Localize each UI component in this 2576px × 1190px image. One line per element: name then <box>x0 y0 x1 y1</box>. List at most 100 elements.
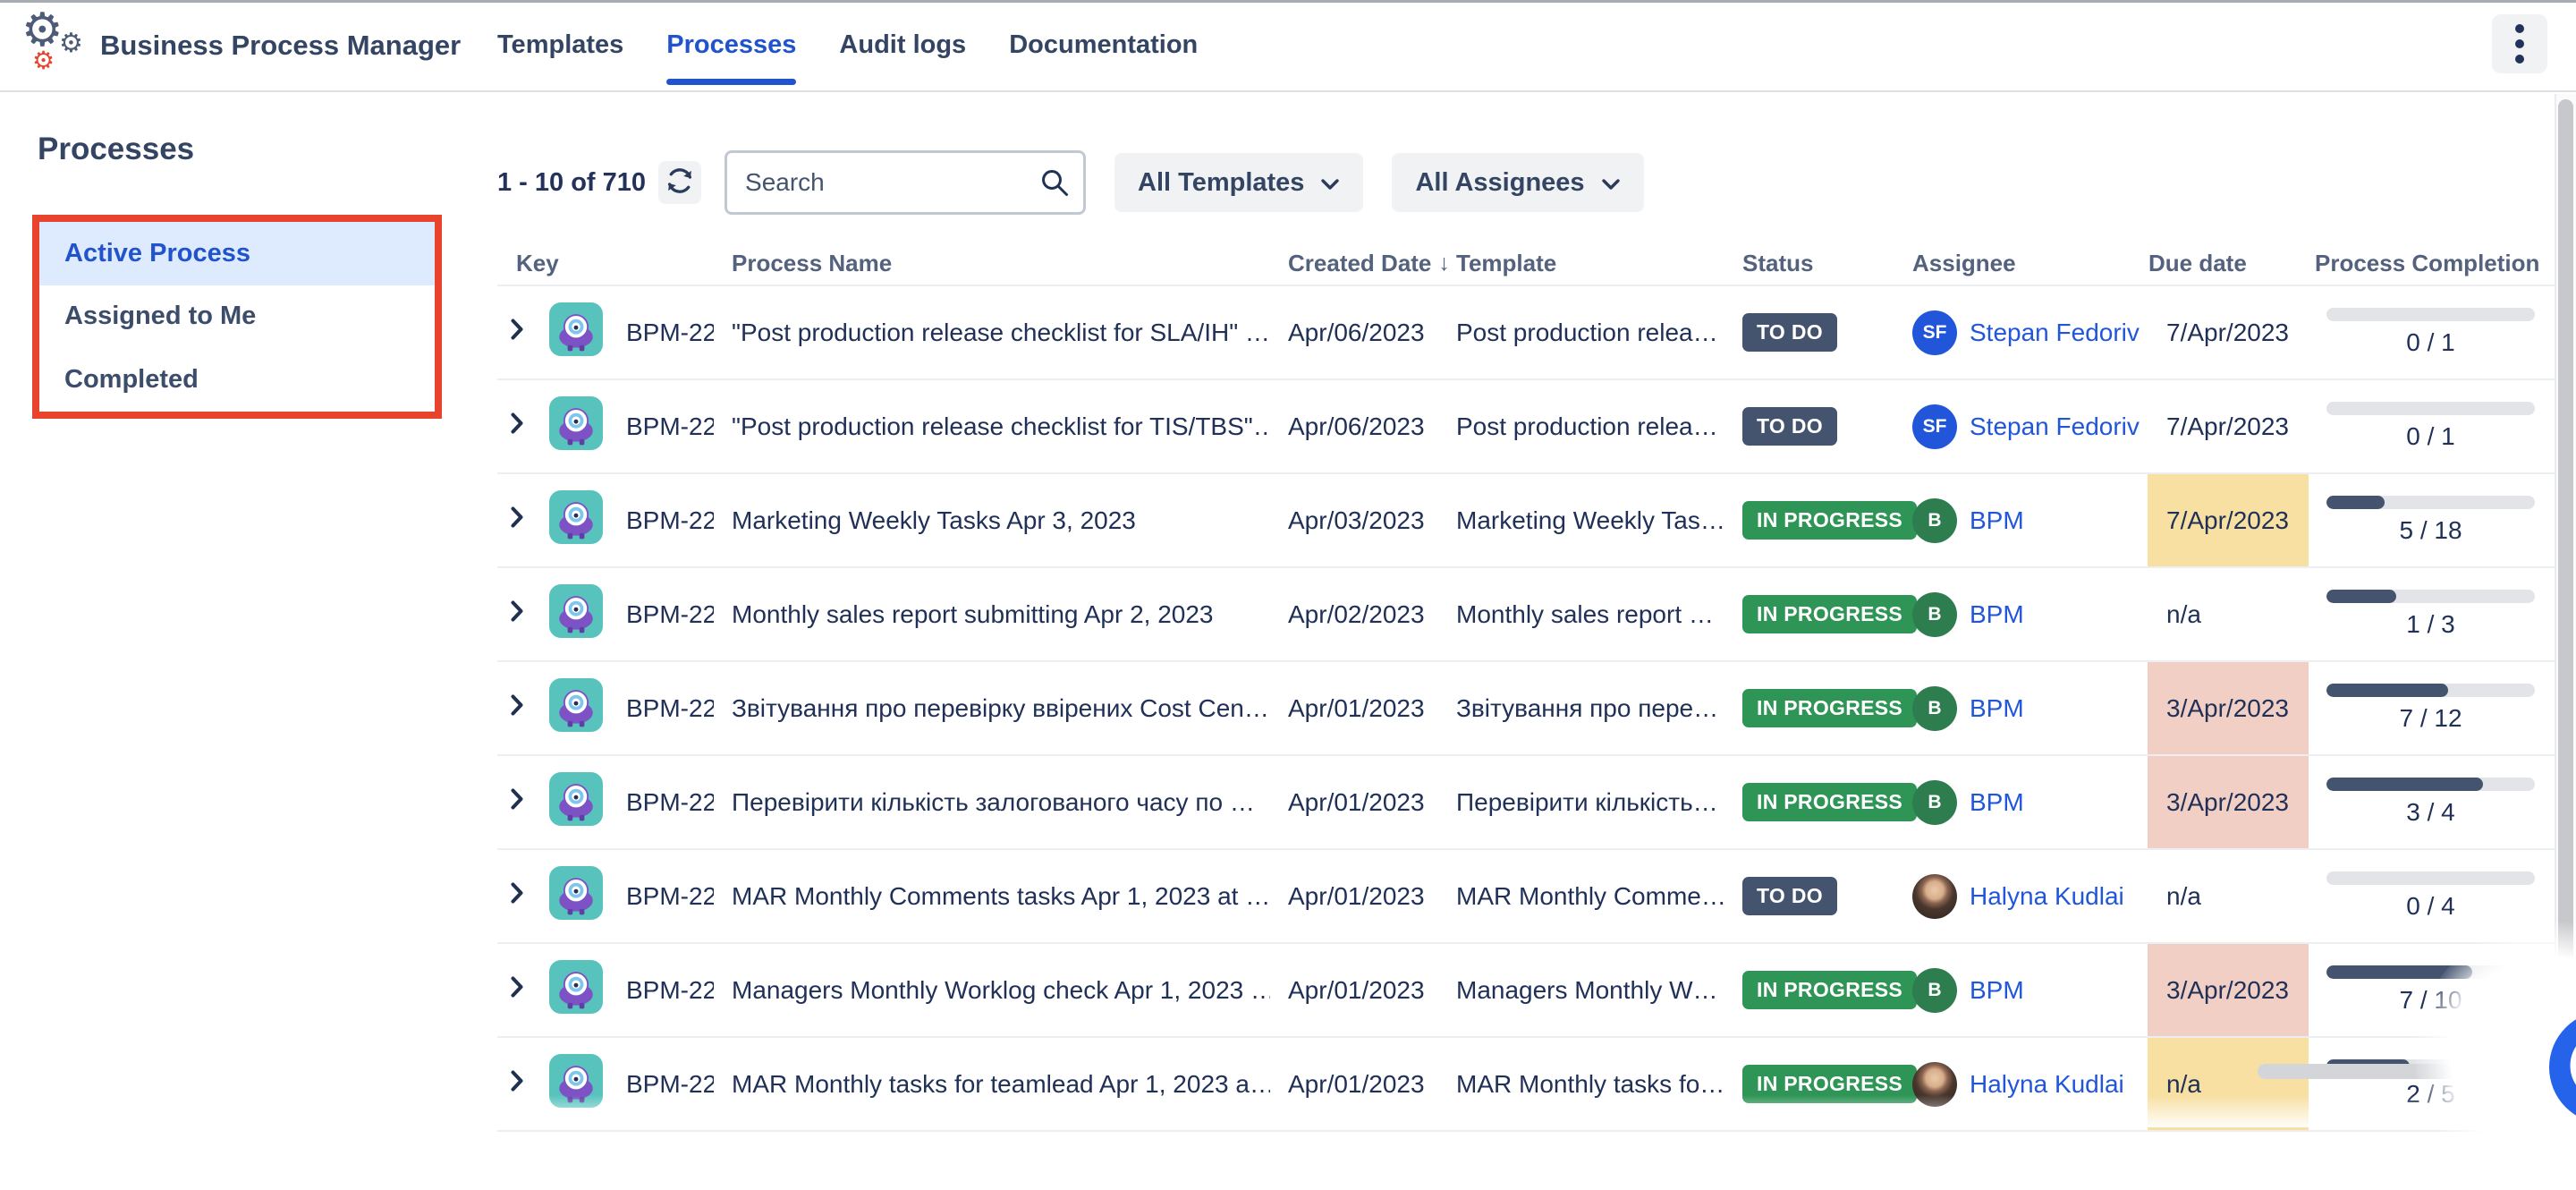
table-row[interactable]: BPM-2294Marketing Weekly Tasks Apr 3, 20… <box>497 474 2576 568</box>
assignees-filter-dropdown[interactable]: All Assignees <box>1392 153 1643 212</box>
assignee-cell: Halyna Kudlai <box>1894 1062 2148 1107</box>
templates-filter-dropdown[interactable]: All Templates <box>1114 153 1363 212</box>
avatar-photo <box>1912 1062 1957 1107</box>
column-header-status[interactable]: Status <box>1742 242 1813 284</box>
table-row[interactable]: BPM-2297"Post production release checkli… <box>497 286 2576 380</box>
due-date-cell: 3/Apr/2023 <box>2148 756 2309 848</box>
result-count: 1 - 10 of 710 <box>497 168 646 198</box>
chevron-right-icon <box>510 787 524 817</box>
due-date-cell: 7/Apr/2023 <box>2148 474 2309 566</box>
vertical-scrollbar-thumb[interactable] <box>2558 99 2573 1030</box>
progress-bar <box>2326 402 2535 415</box>
template-name: MAR Monthly tasks fo… <box>1438 1070 1724 1099</box>
column-header-process-completion[interactable]: Process Completion <box>2315 242 2539 284</box>
assignee-link[interactable]: BPM <box>1970 600 2024 629</box>
process-key: BPM-2292 <box>608 694 714 723</box>
process-type-cell <box>537 866 608 926</box>
status-badge: IN PROGRESS <box>1742 783 1917 821</box>
row-expander[interactable] <box>497 412 537 441</box>
tab-documentation[interactable]: Documentation <box>1009 0 1198 90</box>
row-expander[interactable] <box>497 975 537 1005</box>
completion-label: 0 / 4 <box>2326 892 2535 921</box>
row-expander[interactable] <box>497 318 537 347</box>
kebab-icon <box>2515 24 2524 33</box>
progress-fill <box>2326 778 2483 791</box>
row-expander[interactable] <box>497 787 537 817</box>
tab-processes[interactable]: Processes <box>666 0 796 90</box>
completion-label: 1 / 3 <box>2326 610 2535 639</box>
chevron-right-icon <box>510 318 524 347</box>
main-nav: Templates Processes Audit logs Documenta… <box>497 0 1198 90</box>
sidebar-item-completed[interactable]: Completed <box>39 348 435 412</box>
row-expander[interactable] <box>497 693 537 723</box>
main-content: 1 - 10 of 710 All Templates <box>497 92 2576 1127</box>
status-badge: IN PROGRESS <box>1742 595 1917 633</box>
chevron-right-icon <box>510 1069 524 1099</box>
assignee-link[interactable]: BPM <box>1970 788 2024 817</box>
chevron-right-icon <box>510 693 524 723</box>
table-row[interactable]: BPM-2292Звітування про перевірку ввірени… <box>497 662 2576 756</box>
row-expander[interactable] <box>497 1069 537 1099</box>
avatar-photo <box>1912 874 1957 919</box>
completion-cell: 0 / 4 <box>2309 871 2576 921</box>
column-header-assignee[interactable]: Assignee <box>1912 242 2016 284</box>
column-header-due-date[interactable]: Due date <box>2148 242 2247 284</box>
column-header-created-date[interactable]: Created Date ↓ <box>1288 242 1450 284</box>
row-expander[interactable] <box>497 506 537 535</box>
tab-label: Documentation <box>1009 30 1198 60</box>
tab-audit-logs[interactable]: Audit logs <box>839 0 966 90</box>
table-row[interactable]: BPM-2296"Post production release checkli… <box>497 380 2576 474</box>
column-header-key[interactable]: Key <box>516 242 559 284</box>
progress-bar <box>2326 308 2535 321</box>
avatar: SF <box>1912 310 1957 355</box>
refresh-button[interactable] <box>658 161 701 204</box>
tab-label: Processes <box>666 30 796 60</box>
progress-bar <box>2326 778 2535 791</box>
assignee-link[interactable]: Halyna Kudlai <box>1970 882 2124 911</box>
process-name: MAR Monthly Comments tasks Apr 1, 2023 a… <box>714 882 1270 911</box>
created-date: Apr/01/2023 <box>1270 788 1438 817</box>
table-row[interactable]: BPM-2291Перевірити кількість залогованог… <box>497 756 2576 850</box>
process-type-cell <box>537 396 608 456</box>
table-row[interactable]: BPM-2288Managers Monthly Worklog check A… <box>497 944 2576 1038</box>
assignee-link[interactable]: Stepan Fedoriv <box>1970 412 2140 441</box>
row-expander[interactable] <box>497 881 537 911</box>
assignee-link[interactable]: BPM <box>1970 694 2024 723</box>
table-row[interactable]: BPM-2289MAR Monthly tasks for teamlead A… <box>497 1038 2576 1132</box>
status-badge: TO DO <box>1742 407 1837 446</box>
table-row[interactable]: BPM-2290MAR Monthly Comments tasks Apr 1… <box>497 850 2576 944</box>
sidebar-item-active-process[interactable]: Active Process <box>39 222 435 285</box>
completion-label: 3 / 4 <box>2326 798 2535 827</box>
tab-templates[interactable]: Templates <box>497 0 623 90</box>
search-icon <box>1038 166 1071 199</box>
assignee-link[interactable]: BPM <box>1970 506 2024 535</box>
assignee-cell: BBPM <box>1894 968 2148 1013</box>
progress-bar <box>2326 684 2535 697</box>
sort-descending-icon: ↓ <box>1438 251 1450 276</box>
process-name: Monthly sales report submitting Apr 2, 2… <box>714 600 1270 629</box>
search-input[interactable] <box>727 153 1083 212</box>
avatar: B <box>1912 686 1957 731</box>
assignee-link[interactable]: BPM <box>1970 976 2024 1005</box>
status-badge: TO DO <box>1742 877 1837 915</box>
assignee-cell: BBPM <box>1894 592 2148 637</box>
column-header-process-name[interactable]: Process Name <box>732 242 892 284</box>
status-cell: TO DO <box>1724 407 1894 446</box>
row-expander[interactable] <box>497 599 537 629</box>
chevron-right-icon <box>510 599 524 629</box>
completion-cell: 5 / 18 <box>2309 496 2576 545</box>
progress-bar <box>2326 590 2535 603</box>
table-row[interactable]: BPM-2293Monthly sales report submitting … <box>497 568 2576 662</box>
column-header-template[interactable]: Template <box>1456 242 1556 284</box>
assignee-link[interactable]: Halyna Kudlai <box>1970 1070 2124 1099</box>
created-date: Apr/01/2023 <box>1270 976 1438 1005</box>
app-title: Business Process Manager <box>100 0 461 90</box>
annotation-highlight-box: Active Process Assigned to Me Completed <box>32 215 442 419</box>
process-name: Звітування про перевірку ввірених Cost C… <box>714 694 1270 723</box>
assignee-link[interactable]: Stepan Fedoriv <box>1970 319 2140 347</box>
more-options-button[interactable] <box>2492 14 2547 73</box>
process-name: "Post production release checklist for S… <box>714 319 1270 347</box>
due-date-cell: n/a <box>2148 568 2309 660</box>
sidebar-item-assigned-to-me[interactable]: Assigned to Me <box>39 285 435 349</box>
created-date: Apr/01/2023 <box>1270 694 1438 723</box>
